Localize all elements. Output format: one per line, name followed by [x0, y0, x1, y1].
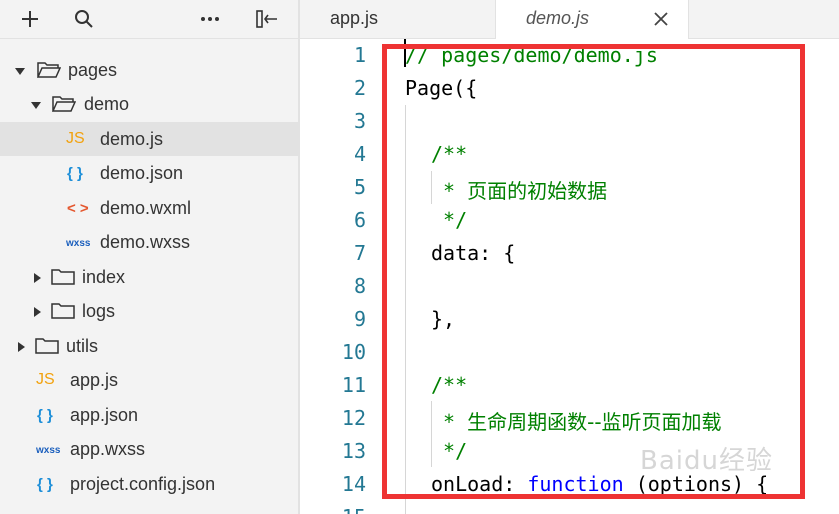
line-number: 2: [353, 76, 366, 100]
json-file-icon: { }: [37, 476, 53, 493]
tree-item-label: demo.json: [100, 163, 184, 183]
tree-item-project-config-json[interactable]: { } project.config.json: [0, 467, 298, 501]
js-file-icon: JS: [66, 130, 85, 147]
tree-item-label: project.config.json: [70, 474, 216, 494]
tree-item-pages[interactable]: pages: [0, 53, 298, 87]
wxss-file-icon: wxss: [66, 238, 91, 249]
js-file-icon: JS: [36, 371, 55, 388]
json-file-icon: { }: [67, 165, 83, 182]
folder-icon: [51, 268, 75, 286]
json-file-icon: { }: [37, 407, 53, 424]
wxml-file-icon: < >: [67, 200, 89, 217]
tree-item-label: pages: [68, 60, 118, 80]
watermark-logo: Baidu经验: [640, 446, 773, 476]
tree-item-app-wxss[interactable]: wxss app.wxss: [0, 432, 298, 466]
line-number: 14: [341, 472, 366, 496]
wxss-file-icon: wxss: [36, 445, 61, 456]
line-number: 1: [353, 43, 366, 67]
tree-item-label: logs: [82, 301, 116, 321]
tree-item-demo-wxml[interactable]: < > demo.wxml: [0, 191, 298, 225]
line-number: 5: [353, 175, 366, 199]
tree-item-label: demo.wxss: [100, 232, 191, 252]
line-number: 10: [341, 340, 366, 364]
folder-open-icon: [36, 61, 62, 79]
tree-item-label: demo: [84, 94, 130, 114]
more-icon[interactable]: [198, 7, 222, 31]
folder-icon: [51, 302, 75, 320]
tab-label: demo.js: [526, 8, 590, 28]
chevron-down-icon[interactable]: [14, 64, 25, 76]
line-number: 9: [353, 307, 366, 331]
tree-item-label: demo.wxml: [100, 198, 192, 218]
tab-app-js[interactable]: app.js: [300, 0, 496, 38]
tab-label: app.js: [330, 8, 379, 28]
line-number: 8: [353, 274, 366, 298]
search-icon[interactable]: [72, 7, 96, 31]
line-number: 13: [341, 439, 366, 463]
tree-item-index[interactable]: index: [0, 260, 298, 294]
chevron-right-icon[interactable]: [32, 271, 42, 283]
line-number: 6: [353, 208, 366, 232]
editor-tab-bar: app.js demo.js: [300, 0, 839, 39]
close-icon[interactable]: [652, 10, 670, 28]
plus-icon[interactable]: [18, 7, 42, 31]
tree-item-app-js[interactable]: JS app.js: [0, 363, 298, 397]
explorer-toolbar: [0, 0, 298, 39]
file-explorer-sidebar: pages demo JS demo.js { } demo.json < > …: [0, 0, 298, 514]
chevron-right-icon[interactable]: [16, 340, 26, 352]
line-number: 15: [300, 505, 366, 514]
line-number: 3: [353, 109, 366, 133]
tree-item-demo[interactable]: demo: [0, 87, 298, 121]
folder-icon: [35, 337, 59, 355]
tree-item-label: utils: [66, 336, 99, 356]
tree-item-logs[interactable]: logs: [0, 294, 298, 328]
tree-item-demo-wxss[interactable]: wxss demo.wxss: [0, 225, 298, 259]
line-number: 11: [341, 373, 366, 397]
tree-item-label: app.wxss: [70, 439, 146, 459]
tree-item-label: index: [82, 267, 126, 287]
collapse-sidebar-icon[interactable]: [254, 7, 278, 31]
tree-item-label: app.json: [70, 405, 139, 425]
folder-open-icon: [51, 95, 77, 113]
annotation-highlight-box: [382, 44, 805, 499]
tree-item-label: demo.js: [100, 129, 164, 149]
line-number: 7: [353, 241, 366, 265]
tree-item-label: app.js: [70, 370, 119, 390]
tree-item-demo-js[interactable]: JS demo.js: [0, 122, 298, 156]
tree-item-app-json[interactable]: { } app.json: [0, 398, 298, 432]
line-number: 4: [353, 142, 366, 166]
tree-item-utils[interactable]: utils: [0, 329, 298, 363]
chevron-right-icon[interactable]: [32, 305, 42, 317]
tab-demo-js[interactable]: demo.js: [496, 0, 689, 39]
line-number: 12: [341, 406, 366, 430]
chevron-down-icon[interactable]: [30, 98, 41, 110]
tree-item-demo-json[interactable]: { } demo.json: [0, 156, 298, 190]
